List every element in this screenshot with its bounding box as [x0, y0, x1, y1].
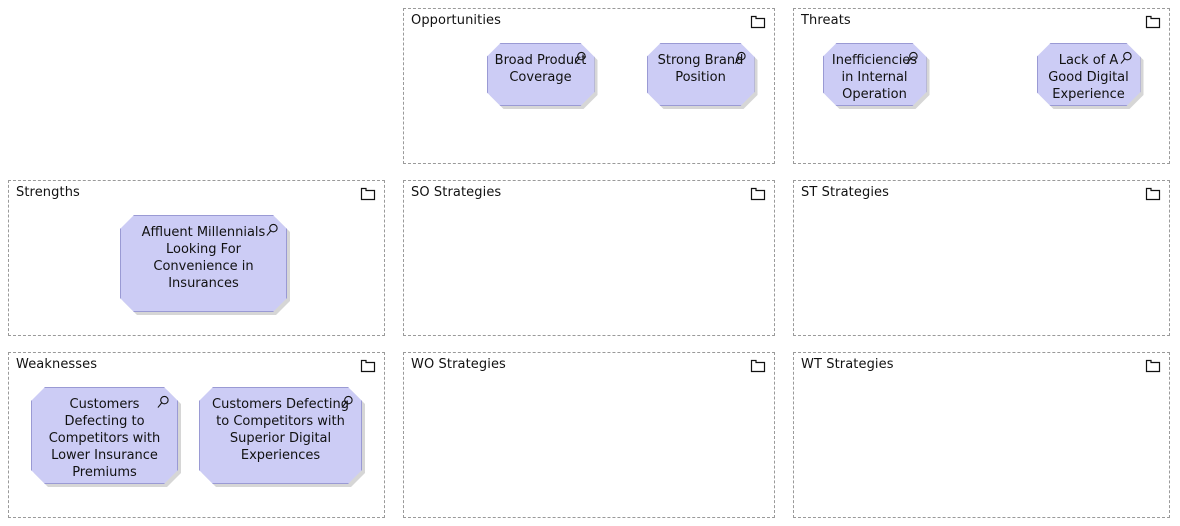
search-icon[interactable] [573, 51, 587, 65]
swot-node[interactable]: Strong Brand Position [647, 43, 755, 106]
matrix-cell-wt-strategies: WT Strategies [785, 344, 1180, 526]
panel-title-st-strategies: ST Strategies [801, 185, 890, 200]
swot-node-body[interactable]: Customers Defecting to Competitors with … [31, 387, 178, 484]
panel-title-opportunities: Opportunities [411, 13, 502, 28]
folder-icon[interactable] [750, 15, 766, 29]
node-container-so-strategies [404, 215, 774, 329]
panel-title-wo-strategies: WO Strategies [411, 357, 506, 372]
panel-threats[interactable]: Threats Inefficiencies in Internal Operat… [793, 8, 1170, 164]
search-icon[interactable] [265, 223, 279, 237]
panel-title-wt-strategies: WT Strategies [801, 357, 894, 372]
panel-wt-strategies[interactable]: WT Strategies [793, 352, 1170, 518]
node-container-weaknesses: Customers Defecting to Competitors with … [9, 387, 384, 511]
panel-opportunities[interactable]: Opportunities Broad Product Coverage Stron… [403, 8, 775, 164]
panel-wo-strategies[interactable]: WO Strategies [403, 352, 775, 518]
search-icon[interactable] [156, 395, 170, 409]
panel-title-threats: Threats [801, 13, 851, 28]
matrix-cell-opportunities: Opportunities Broad Product Coverage Stron… [395, 0, 785, 172]
node-container-strengths: Affluent Millennials Looking For Conveni… [9, 215, 384, 329]
matrix-cell-strengths: Strengths Affluent Millennials Looking Fo… [0, 172, 395, 344]
swot-node-label: Affluent Millennials Looking For Conveni… [141, 225, 266, 291]
swot-node-body[interactable]: Broad Product Coverage [487, 43, 595, 106]
matrix-cell-wo-strategies: WO Strategies [395, 344, 785, 526]
swot-node-body[interactable]: Lack of A Good Digital Experience [1037, 43, 1141, 106]
search-icon[interactable] [905, 51, 919, 65]
swot-node-label: Customers Defecting to Competitors with … [48, 397, 161, 480]
panel-so-strategies[interactable]: SO Strategies [403, 180, 775, 336]
panel-weaknesses[interactable]: Weaknesses Customers Defecting to Competi… [8, 352, 385, 518]
swot-node[interactable]: Customers Defecting to Competitors with … [199, 387, 362, 484]
node-container-wt-strategies [794, 387, 1169, 511]
swot-node-body[interactable]: Inefficiencies in Internal Operation [823, 43, 927, 106]
search-icon[interactable] [340, 395, 354, 409]
swot-node-label: Customers Defecting to Competitors with … [212, 397, 349, 463]
swot-node[interactable]: Affluent Millennials Looking For Conveni… [120, 215, 287, 312]
swot-node-body[interactable]: Affluent Millennials Looking For Conveni… [120, 215, 287, 312]
node-container-wo-strategies [404, 387, 774, 511]
node-container-st-strategies [794, 215, 1169, 329]
matrix-cell-weaknesses: Weaknesses Customers Defecting to Competi… [0, 344, 395, 526]
panel-title-strengths: Strengths [16, 185, 80, 200]
node-container-opportunities: Broad Product Coverage Strong Brand Posit… [404, 43, 774, 157]
matrix-cell-so-strategies: SO Strategies [395, 172, 785, 344]
folder-icon[interactable] [1145, 359, 1161, 373]
folder-icon[interactable] [1145, 187, 1161, 201]
swot-node-body[interactable]: Customers Defecting to Competitors with … [199, 387, 362, 484]
panel-st-strategies[interactable]: ST Strategies [793, 180, 1170, 336]
folder-icon[interactable] [750, 187, 766, 201]
swot-node[interactable]: Customers Defecting to Competitors with … [31, 387, 178, 484]
folder-icon[interactable] [750, 359, 766, 373]
panel-title-weaknesses: Weaknesses [16, 357, 98, 372]
node-container-threats: Inefficiencies in Internal Operation Lack… [794, 43, 1169, 157]
matrix-cell-st-strategies: ST Strategies [785, 172, 1180, 344]
folder-icon[interactable] [360, 187, 376, 201]
folder-icon[interactable] [1145, 15, 1161, 29]
swot-node[interactable]: Inefficiencies in Internal Operation [823, 43, 927, 106]
swot-matrix: Opportunities Broad Product Coverage Stron… [0, 0, 1180, 526]
matrix-cell-threats: Threats Inefficiencies in Internal Operat… [785, 0, 1180, 172]
search-icon[interactable] [733, 51, 747, 65]
swot-node-body[interactable]: Strong Brand Position [647, 43, 755, 106]
swot-node[interactable]: Lack of A Good Digital Experience [1037, 43, 1141, 106]
folder-icon[interactable] [360, 359, 376, 373]
panel-title-so-strategies: SO Strategies [411, 185, 502, 200]
search-icon[interactable] [1119, 51, 1133, 65]
panel-strengths[interactable]: Strengths Affluent Millennials Looking Fo… [8, 180, 385, 336]
swot-node[interactable]: Broad Product Coverage [487, 43, 595, 106]
matrix-cell-empty [0, 0, 395, 172]
